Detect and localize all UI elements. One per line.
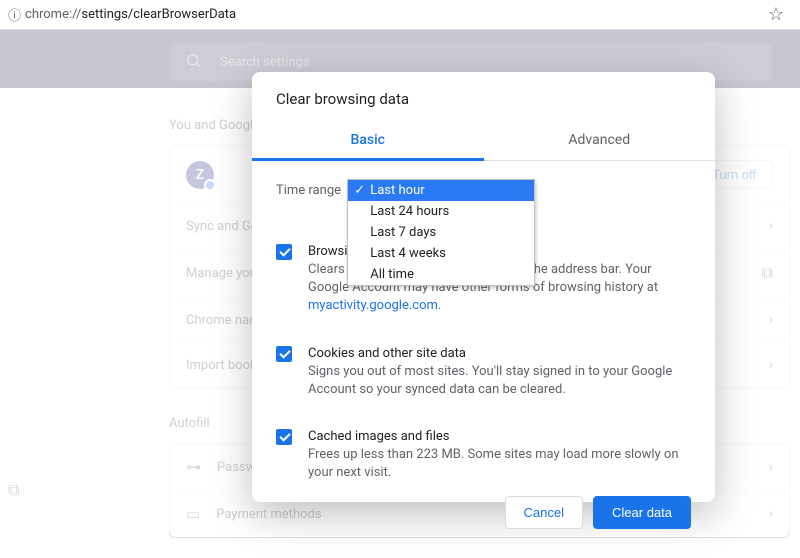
option-last-24-hours[interactable]: Last 24 hours (348, 201, 534, 222)
clear-browsing-data-dialog: Clear browsing data Basic Advanced Time … (252, 72, 715, 502)
dialog-body: Time range Last hour Last 24 hours Last … (252, 161, 715, 482)
search-placeholder: Search settings (220, 55, 310, 70)
sync-badge-icon (204, 179, 216, 191)
chevron-right-icon: › (769, 357, 773, 373)
avatar: Z (186, 161, 214, 189)
url-host: settings (81, 7, 127, 22)
external-link-icon: ⧉ (762, 263, 773, 283)
time-range-dropdown[interactable]: Last hour Last 24 hours Last 7 days Last… (347, 179, 535, 286)
option-last-7-days[interactable]: Last 7 days (348, 222, 534, 243)
url-path: /clearBrowserData (128, 7, 236, 22)
clear-data-button[interactable]: Clear data (593, 496, 691, 529)
tab-advanced[interactable]: Advanced (484, 122, 716, 160)
chevron-right-icon: › (769, 312, 773, 328)
url-lock-icon: ⓘ (8, 5, 21, 24)
url-display[interactable]: ⓘ chrome:// settings /clearBrowserData (8, 5, 768, 24)
cookies-checkbox[interactable] (276, 346, 292, 362)
cookies-title: Cookies and other site data (308, 346, 691, 361)
option-all-time[interactable]: All time (348, 264, 534, 285)
cache-row: Cached images and files Frees up less th… (276, 429, 691, 482)
bookmark-star-icon[interactable]: ☆ (768, 4, 784, 25)
option-last-4-weeks[interactable]: Last 4 weeks (348, 243, 534, 264)
chevron-right-icon: › (769, 506, 773, 522)
cache-title: Cached images and files (308, 429, 691, 444)
cookies-row: Cookies and other site data Signs you ou… (276, 346, 691, 399)
card-icon: ▭ (186, 505, 200, 523)
cookies-subtitle: Signs you out of most sites. You'll stay… (308, 363, 691, 399)
cache-subtitle: Frees up less than 223 MB. Some sites ma… (308, 446, 691, 482)
external-link-icon[interactable]: ⧉ (8, 480, 19, 500)
dialog-tabs: Basic Advanced (252, 122, 715, 161)
chevron-right-icon: › (769, 459, 773, 475)
myactivity-link[interactable]: myactivity.google.com (308, 298, 438, 313)
option-last-hour[interactable]: Last hour (348, 180, 534, 201)
dialog-footer: Cancel Clear data (252, 482, 715, 529)
address-bar[interactable]: ⓘ chrome:// settings /clearBrowserData ☆ (0, 0, 800, 30)
key-icon: ⊶ (186, 458, 201, 476)
search-icon (185, 52, 202, 73)
chevron-right-icon: › (769, 218, 773, 234)
cancel-button[interactable]: Cancel (505, 496, 583, 529)
dialog-title: Clear browsing data (252, 72, 715, 122)
url-prefix: chrome:// (25, 7, 81, 22)
browsing-history-checkbox[interactable] (276, 244, 292, 260)
tab-basic[interactable]: Basic (252, 122, 484, 160)
cache-checkbox[interactable] (276, 429, 292, 445)
time-range-label: Time range (276, 183, 344, 198)
